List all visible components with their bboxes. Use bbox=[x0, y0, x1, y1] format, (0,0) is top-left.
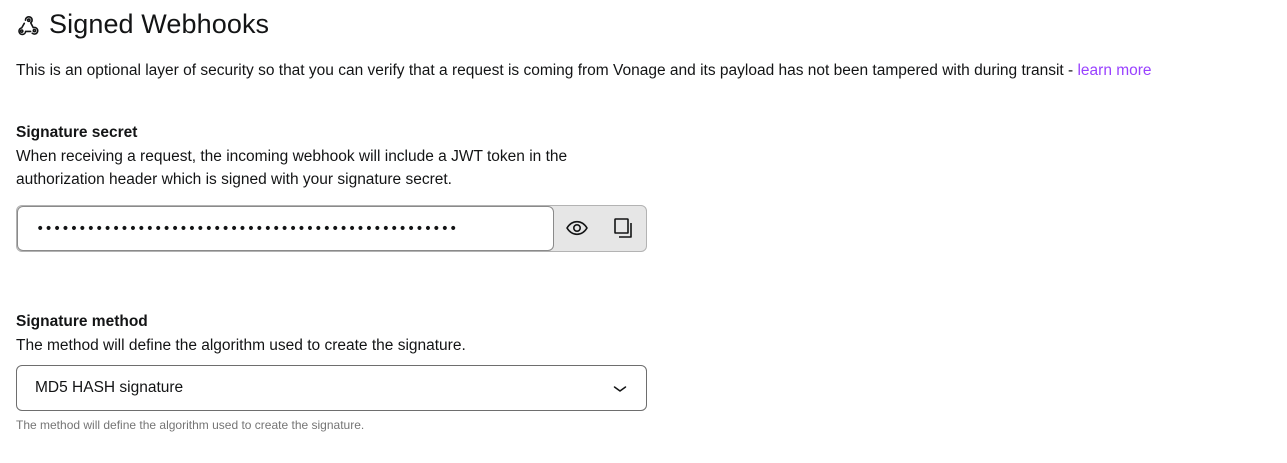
show-secret-button[interactable] bbox=[561, 212, 593, 244]
signature-method-select[interactable]: MD5 HASH signature bbox=[16, 365, 647, 411]
signature-secret-input[interactable] bbox=[17, 206, 554, 251]
signature-secret-label: Signature secret bbox=[16, 124, 138, 141]
page-header: Signed Webhooks bbox=[16, 6, 269, 42]
signature-method-label: Signature method bbox=[16, 313, 148, 330]
eye-icon bbox=[566, 220, 588, 236]
signature-method-selected-value: MD5 HASH signature bbox=[35, 379, 184, 396]
signature-secret-help: When receiving a request, the incoming w… bbox=[16, 148, 568, 188]
intro-text: This is an optional layer of security so… bbox=[16, 62, 1078, 79]
intro-description: This is an optional layer of security so… bbox=[16, 61, 1152, 81]
page-title: Signed Webhooks bbox=[49, 8, 270, 39]
signature-method-help: The method will define the algorithm use… bbox=[16, 337, 466, 354]
learn-more-link[interactable]: learn more bbox=[1077, 62, 1151, 79]
webhook-icon bbox=[16, 12, 40, 36]
signed-webhooks-panel: Signed Webhooks This is an optional laye… bbox=[0, 0, 1287, 463]
chevron-down-icon bbox=[612, 381, 628, 397]
signature-secret-field-group bbox=[16, 205, 647, 252]
copy-icon bbox=[614, 218, 632, 238]
copy-secret-button[interactable] bbox=[607, 212, 639, 244]
signature-method-hint: The method will define the algorithm use… bbox=[16, 418, 365, 432]
